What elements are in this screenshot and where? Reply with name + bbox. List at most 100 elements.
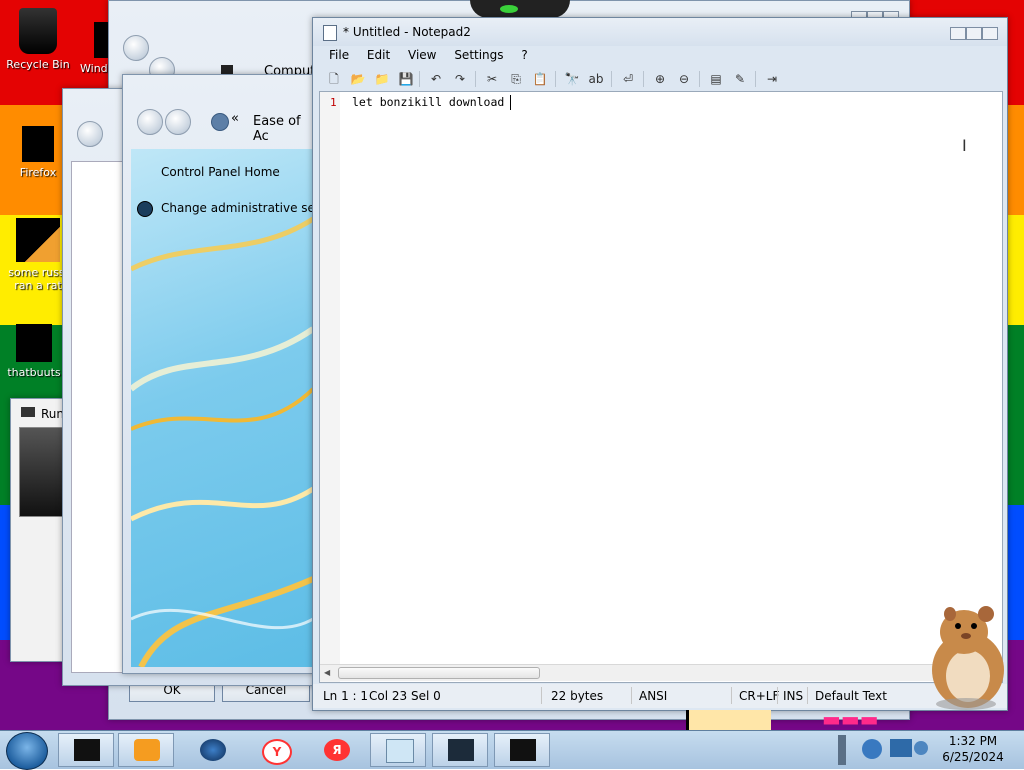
copy-icon[interactable]: ⎘ (507, 70, 525, 88)
breadcrumb-chevron[interactable]: « (231, 111, 239, 126)
taskbar-btn-4[interactable]: Y (246, 733, 302, 767)
status-sel: Sel 0 (411, 689, 441, 703)
scheme-icon[interactable]: ▤ (707, 70, 725, 88)
scroll-left-icon[interactable]: ◀ (324, 668, 330, 677)
menu-edit[interactable]: Edit (367, 48, 390, 62)
taskbar-btn-8[interactable] (494, 733, 550, 767)
top-decoration (470, 0, 570, 18)
windows-shortcut[interactable]: Wind (58, 22, 108, 75)
minimize-button[interactable] (950, 27, 966, 40)
i-beam-cursor-icon: I (962, 136, 967, 155)
open-folder-icon[interactable]: 📂 (349, 70, 367, 88)
word-wrap-icon[interactable]: ⏎ (619, 70, 637, 88)
undo-icon[interactable]: ↶ (427, 70, 445, 88)
close-button[interactable] (982, 27, 998, 40)
taskbar-btn-5[interactable]: Я (308, 733, 364, 767)
clock-time: 1:32 PM (948, 734, 998, 748)
status-divider (731, 687, 732, 704)
tray-icon-1[interactable] (862, 739, 882, 759)
taskbar-btn-2[interactable] (118, 733, 174, 767)
black-window-icon (74, 739, 100, 761)
notepad-titlebar[interactable]: * Untitled - Notepad2 (313, 18, 1007, 46)
status-divider (541, 687, 542, 704)
globe-icon (137, 201, 153, 217)
firefox-icon (22, 126, 54, 162)
customize-scheme-icon[interactable]: ✎ (731, 70, 749, 88)
notepad-taskbar-icon (386, 739, 414, 763)
save-icon[interactable]: 💾 (397, 70, 415, 88)
horizontal-scrollbar[interactable]: ◀ (320, 664, 1000, 681)
recycle-bin-icon (19, 8, 57, 54)
cut-icon[interactable]: ✂ (483, 70, 501, 88)
clock[interactable]: 1:32 PM 6/25/2024 (940, 734, 1006, 764)
paste-icon[interactable]: 📋 (531, 70, 549, 88)
line-number-gutter (320, 92, 340, 682)
zoom-out-icon[interactable]: ⊖ (675, 70, 693, 88)
toolbar-separator (643, 71, 644, 87)
ease-of-access-icon (211, 113, 229, 131)
status-scheme[interactable]: Default Text (815, 689, 887, 703)
menu-file[interactable]: File (329, 48, 349, 62)
network-icon[interactable] (890, 739, 912, 757)
status-divider (807, 687, 808, 704)
menu-view[interactable]: View (408, 48, 436, 62)
toolbar-separator (475, 71, 476, 87)
editor-text[interactable]: let bonzikill download (352, 95, 504, 109)
status-position: Ln 1 : 1 (323, 689, 369, 703)
editor-area[interactable]: 1 let bonzikill download I ◀ (319, 91, 1003, 683)
new-file-icon[interactable]: 🗋 (325, 70, 343, 88)
find-icon[interactable]: 🔭 (563, 70, 581, 88)
monitor-icon (448, 739, 474, 761)
exit-icon[interactable]: ⇥ (763, 70, 781, 88)
taskbar-btn-7[interactable] (432, 733, 488, 767)
status-col: Col 23 (369, 689, 408, 703)
media-player-icon (134, 739, 160, 761)
taskbar-btn-1[interactable] (58, 733, 114, 767)
clock-date: 6/25/2024 (942, 750, 1004, 764)
ease-forward-button[interactable] (165, 109, 191, 135)
menu-settings[interactable]: Settings (454, 48, 503, 62)
yandex-icon: Я (324, 739, 350, 761)
firefox-label: Firefox (19, 166, 57, 179)
scrollbar-thumb[interactable] (338, 667, 540, 679)
dialog-back-button[interactable] (77, 121, 103, 147)
status-size: 22 bytes (551, 689, 604, 703)
control-panel-home-link[interactable]: Control Panel Home (161, 165, 280, 179)
ease-title: Ease of Ac (253, 114, 301, 144)
run-title: Run (41, 407, 65, 421)
redo-icon[interactable]: ↷ (451, 70, 469, 88)
menu-help[interactable]: ? (521, 48, 527, 62)
status-encoding[interactable]: ANSI (639, 689, 667, 703)
replace-icon[interactable]: ab (587, 70, 605, 88)
notepad-app-icon (323, 25, 337, 41)
desktop-decoration-1 (686, 710, 771, 730)
run-icon (21, 407, 35, 417)
windows-shortcut-icon (94, 22, 108, 58)
ease-of-access-window[interactable]: « Ease of Ac Control Panel Home Change a… (122, 74, 320, 674)
desktop-decoration-2: ▬▬▬ (822, 707, 879, 731)
toolbar-separator (611, 71, 612, 87)
toolbar-separator (419, 71, 420, 87)
toolbar-separator (555, 71, 556, 87)
status-eol[interactable]: CR+LF (739, 689, 779, 703)
toolbar-separator (699, 71, 700, 87)
start-button[interactable] (6, 732, 48, 770)
tray-expand-icon[interactable] (838, 735, 846, 765)
status-mode[interactable]: INS (783, 689, 803, 703)
globe-browser-icon (200, 739, 226, 761)
back-button[interactable] (123, 35, 149, 61)
zoom-in-icon[interactable]: ⊕ (651, 70, 669, 88)
volume-icon[interactable] (914, 741, 928, 755)
ease-back-button[interactable] (137, 109, 163, 135)
taskbar-btn-3[interactable] (184, 733, 240, 767)
hamster-image (932, 606, 1004, 710)
status-bar: Ln 1 : 1 Col 23 Sel 0 22 bytes ANSI CR+L… (313, 684, 1007, 708)
notepad-window[interactable]: * Untitled - Notepad2 File Edit View Set… (312, 17, 1008, 711)
ie-file-icon (16, 218, 60, 262)
maximize-button[interactable] (966, 27, 982, 40)
green-light (500, 5, 518, 13)
text-cursor (510, 95, 511, 110)
taskbar-btn-6[interactable] (370, 733, 426, 767)
change-admin-settings-link[interactable]: Change administrative settin (161, 201, 313, 215)
browse-icon[interactable]: 📁 (373, 70, 391, 88)
